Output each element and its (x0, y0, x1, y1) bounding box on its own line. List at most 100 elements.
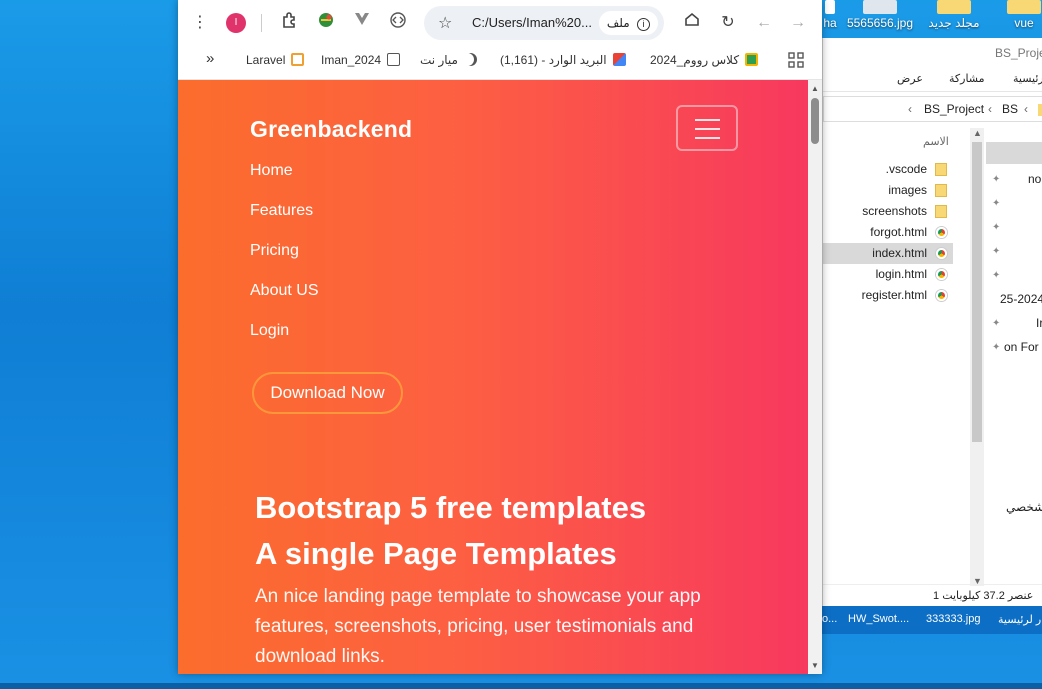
nav-link-pricing[interactable]: Pricing (250, 242, 299, 260)
chrome-file-icon (936, 269, 947, 280)
nav-link-features[interactable]: Features (250, 202, 313, 220)
bookmark-iman-2024[interactable]: Iman_2024 (321, 53, 401, 67)
desktop-icon-5565656[interactable]: 5565656.jpg (842, 0, 918, 36)
address-bar[interactable]: ☆ C:/Users/Iman%20... ملف i (424, 6, 664, 40)
ribbon-tab-view[interactable]: عرض (897, 72, 923, 85)
taskbar (0, 683, 1042, 689)
bookmark-star-icon[interactable]: ☆ (438, 13, 452, 33)
file-item-login[interactable]: login.html (823, 264, 953, 285)
quick-item[interactable]: 25-2024_ (1000, 292, 1042, 306)
desktop-icon-new-folder[interactable]: مجلد جديد (924, 0, 984, 36)
pin-icon: ✦ (992, 174, 1001, 185)
hero-heading-line-2: A single Page Templates (255, 536, 617, 571)
download-now-button[interactable]: Download Now (252, 372, 403, 414)
nav-link-about[interactable]: About US (250, 282, 318, 300)
pin-icon: ✦ (992, 270, 1001, 281)
pin-icon: ✦ (992, 246, 1001, 257)
folder-icon (935, 163, 947, 176)
forward-arrow-icon[interactable]: → (786, 11, 810, 35)
explorer-ribbon: رئيسية مشاركة عرض (823, 66, 1042, 92)
hero-description: An nice landing page template to showcas… (255, 586, 701, 667)
webpage-viewport: Greenbackend Home Features Pricing About… (178, 80, 808, 674)
scroll-down-arrow-icon[interactable]: ▼ (811, 661, 819, 670)
gmail-icon (612, 53, 626, 66)
pin-icon: ✦ (992, 342, 1001, 353)
browser-window: ⋮ I ☆ C:/Users/Iman%20... ملف i ↻ ← → » … (178, 0, 822, 674)
explorer-status-bar: 1 عنصر 37.2 كيلوبايت (823, 584, 1042, 606)
quick-item[interactable]: Ir (1036, 316, 1042, 330)
folder-icon (1038, 104, 1042, 116)
desktop-icon-vue[interactable]: vue (1006, 0, 1042, 36)
quick-item[interactable]: on For I (1004, 340, 1042, 354)
file-item-screenshots[interactable]: screenshots (823, 201, 953, 222)
ribbon-tab-home[interactable]: رئيسية (1013, 72, 1042, 85)
vue-devtools-icon[interactable] (350, 11, 374, 35)
desktop-file-label[interactable]: o... (822, 613, 837, 625)
bookmark-gmail-inbox[interactable]: البريد الوارد - (1,161) (500, 53, 626, 67)
laravel-icon (291, 53, 305, 66)
file-item-index[interactable]: index.html (823, 243, 953, 264)
desktop-bottom-labels: o... HW_Swot.... 333333.jpg ر لرئيسية (822, 606, 1042, 634)
site-info-chip[interactable]: ملف i (598, 11, 658, 35)
folder-icon (935, 205, 947, 218)
file-explorer-window: BS_Projec رئيسية مشاركة عرض ‹ BS_Project… (822, 38, 1042, 606)
breadcrumb-bs-project[interactable]: BS_Project (924, 102, 984, 116)
extensions-icon[interactable] (278, 11, 302, 35)
explorer-title: BS_Projec (995, 46, 1042, 60)
file-item-vscode[interactable]: .vscode (823, 159, 953, 180)
code-extension-icon[interactable] (386, 11, 410, 35)
hamburger-icon (695, 119, 720, 121)
folder-icon (387, 53, 401, 66)
file-item-images[interactable]: images (823, 180, 953, 201)
pin-icon: ✦ (992, 318, 1001, 329)
column-header-name[interactable]: الاسم (923, 135, 949, 148)
chrome-file-icon (936, 227, 947, 238)
pin-icon: ✦ (992, 198, 1001, 209)
menu-dots-icon[interactable]: ⋮ (188, 11, 212, 35)
file-item-register[interactable]: register.html (823, 285, 953, 306)
chrome-file-icon (936, 290, 947, 301)
info-icon: i (637, 18, 650, 31)
more-bookmarks-icon[interactable]: » (206, 50, 214, 67)
bookmarks-bar: » Laravel Iman_2024 ميار نت البريد الوار… (178, 44, 822, 80)
desktop-file-label[interactable]: 333333.jpg (926, 613, 980, 625)
navbar-brand[interactable]: Greenbackend (250, 116, 412, 143)
scrollbar-thumb[interactable] (972, 142, 982, 442)
explorer-scrollbar[interactable]: ▲ ▼ (970, 128, 984, 586)
page-scrollbar[interactable]: ▲ ▼ (808, 80, 822, 674)
bookmark-mayar-net[interactable]: ميار نت (420, 53, 477, 67)
desktop-file-label[interactable]: HW_Swot.... (848, 613, 909, 625)
scroll-up-arrow-icon[interactable]: ▲ (811, 84, 819, 93)
navbar-toggler-button[interactable] (676, 105, 738, 151)
quick-item[interactable]: شخصي (1006, 500, 1042, 514)
toolbar-divider (261, 14, 262, 32)
explorer-address-bar[interactable]: ‹ BS_Project ‹ BS ‹ (823, 96, 1042, 122)
url-text[interactable]: C:/Users/Iman%20... (472, 15, 592, 30)
bookmark-classroom[interactable]: كلاس رووم_2024 (650, 53, 759, 67)
ribbon-tab-share[interactable]: مشاركة (949, 72, 985, 85)
classroom-icon (745, 53, 759, 66)
breadcrumb-bs[interactable]: BS (1002, 102, 1018, 116)
back-arrow-icon[interactable]: ← (752, 11, 776, 35)
quick-access-pane: ✦ no ✦ ✦ ✦ ✦ 25-2024_ ✦ Ir ✦ on For I شخ… (986, 134, 1042, 594)
nav-link-home[interactable]: Home (250, 162, 293, 180)
browser-toolbar: ⋮ I ☆ C:/Users/Iman%20... ملف i ↻ ← → (178, 0, 822, 44)
file-item-forgot[interactable]: forgot.html (823, 222, 953, 243)
moon-logo-icon (464, 53, 477, 66)
quick-item[interactable]: no (1028, 172, 1041, 186)
desktop-file-label[interactable]: ر لرئيسية (998, 613, 1041, 626)
desktop-icon-ha[interactable]: ha (822, 0, 838, 36)
home-icon[interactable] (680, 11, 704, 35)
hero-heading-line-1: Bootstrap 5 free templates (255, 490, 647, 525)
folder-icon (935, 184, 947, 197)
scrollbar-thumb[interactable] (811, 98, 819, 144)
chrome-file-icon (936, 248, 947, 259)
profile-avatar[interactable]: I (226, 13, 246, 33)
apps-grid-icon[interactable] (788, 52, 804, 71)
reload-icon[interactable]: ↻ (716, 11, 740, 35)
idm-extension-icon[interactable] (314, 11, 338, 35)
nav-link-login[interactable]: Login (250, 322, 289, 340)
bookmark-laravel[interactable]: Laravel (246, 53, 305, 67)
pin-icon: ✦ (992, 222, 1001, 233)
file-list: .vscode images screenshots forgot.html i… (823, 159, 953, 306)
